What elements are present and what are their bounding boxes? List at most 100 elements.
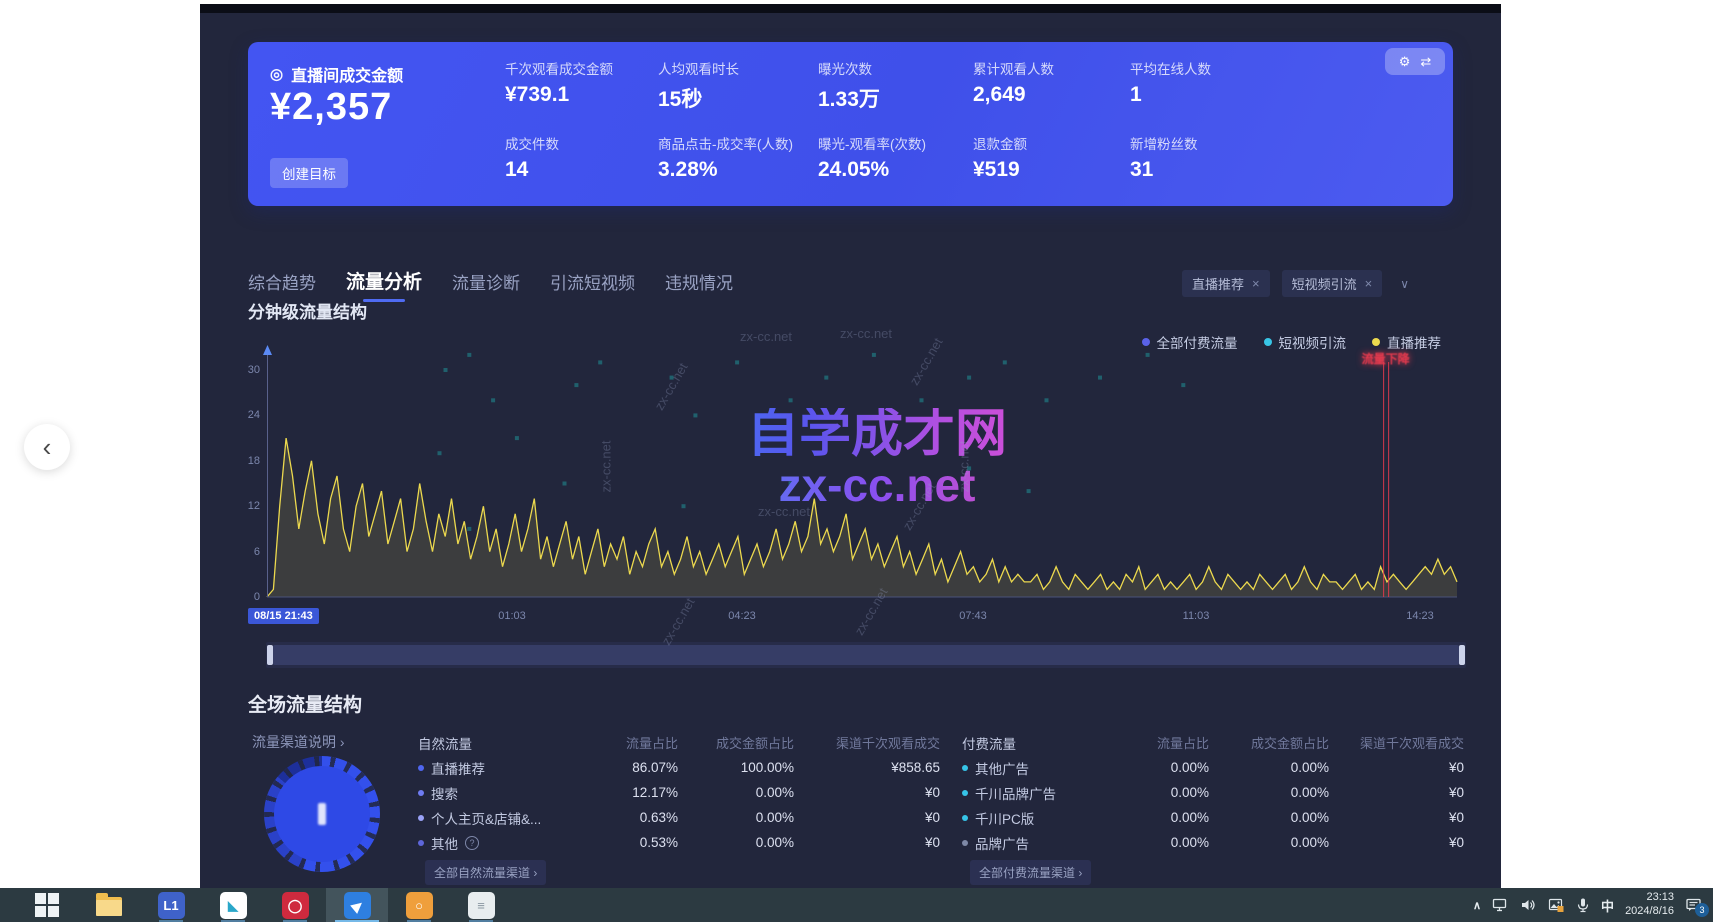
filter-tag[interactable]: 短视频引流× [1282,270,1383,297]
row-label: 品牌广告 [962,833,1112,853]
hero-title-text: 直播间成交金额 [291,62,403,86]
row-label-text: 品牌广告 [975,833,1029,853]
all-natural-channels-link[interactable]: 全部自然流量渠道 › [425,860,546,885]
display-network-icon[interactable] [1492,897,1509,913]
metric-value: 15秒 [658,83,818,113]
table-row: 其他广告0.00%0.00%¥0 [962,755,1464,780]
app-notes-icon: ≡ [468,892,495,919]
scatter-point-short-video [444,368,448,372]
taskbar-app-lt[interactable]: L1 [140,888,202,922]
channel-help-text: 流量渠道说明 [252,734,336,750]
cell-value: ¥0 [1329,835,1464,850]
range-slider-right-handle[interactable] [1459,645,1465,665]
cell-value: 0.00% [1209,760,1329,775]
speaker-icon[interactable] [1520,897,1537,913]
scatter-point-short-video [824,376,828,380]
scatter-point-short-video [735,360,739,364]
taskbar-app-notes[interactable]: ≡ [450,888,512,922]
cell-value: 0.00% [1112,810,1209,825]
tab-流量分析[interactable]: 流量分析 [346,267,422,300]
tab-违规情况[interactable]: 违规情况 [665,269,733,300]
scatter-point-short-video [967,466,971,470]
metric-label: 新增粉丝数 [1130,133,1290,153]
hero-metric: 曝光次数1.33万 [818,58,973,113]
taskbar-app-opera[interactable]: ◯ [264,888,326,922]
link-text: 全部自然流量渠道 [434,866,530,880]
close-icon[interactable]: × [1365,276,1373,291]
scatter-point-short-video [670,376,674,380]
scatter-point-short-video [682,504,686,508]
channel-help-link[interactable]: 流量渠道说明 › [252,732,345,752]
cell-value: 0.00% [1209,810,1329,825]
taskbar-app-remote[interactable]: ▶ [326,888,388,922]
scatter-point-short-video [1027,489,1031,493]
all-paid-channels-link[interactable]: 全部付费流量渠道 › [970,860,1091,885]
help-icon[interactable]: ? [465,836,479,850]
donut-center-label [318,803,326,825]
metric-label: 曝光-观看率(次数) [818,133,973,153]
ime-indicator[interactable]: 中 [1601,896,1614,915]
row-label-text: 其他广告 [975,758,1029,778]
range-slider-left-handle[interactable] [267,645,273,665]
scatter-point-short-video [467,527,471,531]
target-icon: ◎ [270,65,283,83]
arrow-right-icon: › [530,866,537,880]
metric-value: ¥519 [973,158,1130,182]
tray-expand-icon[interactable]: ∧ [1473,899,1481,912]
minute-chart-title: 分钟级流量结构 [248,298,367,323]
create-goal-button[interactable]: 创建目标 [270,158,348,188]
row-label: 个人主页&店铺&... [418,808,590,828]
metric-label: 人均观看时长 [658,58,818,78]
scatter-point-short-video [1003,360,1007,364]
taskbar-clock[interactable]: 23:13 2024/8/16 [1625,891,1674,919]
taskbar-app-orange[interactable]: ○ [388,888,450,922]
table-title: 自然流量 [418,733,590,753]
app-capture-icon: ◣ [220,892,247,919]
settings-gear-icon[interactable]: ⚙ [1399,54,1411,70]
cell-value: ¥0 [794,785,940,800]
row-label: 其他? [418,833,590,853]
cell-value: ¥0 [1329,785,1464,800]
filter-tags: 直播推荐× 短视频引流× ∨ [1182,270,1415,297]
taskbar-app-capture[interactable]: ◣ [202,888,264,922]
minute-traffic-chart[interactable] [267,338,1461,602]
row-label-text: 直播推荐 [431,758,485,778]
cell-value: ¥0 [794,835,940,850]
chart-range-slider[interactable] [266,642,1466,668]
cell-value: 86.07% [590,760,678,775]
legend-dot-icon [962,765,968,771]
tab-引流短视频[interactable]: 引流短视频 [550,269,635,300]
x-tick-label: 11:03 [1183,610,1210,622]
windows-taskbar: L1 ◣ ◯ ▶○ ≡ ∧ 中 23:13 2024/8/16 [0,888,1713,922]
app-glyph: ◯ [288,899,303,912]
y-tick-label: 12 [232,500,260,512]
chevron-down-icon[interactable]: ∨ [1394,273,1415,295]
close-icon[interactable]: × [1252,276,1260,291]
x-tick-label: 08/15 21:43 [248,608,319,624]
tab-综合趋势[interactable]: 综合趋势 [248,269,316,300]
microphone-icon[interactable] [1576,897,1590,913]
y-tick-label: 0 [232,591,260,603]
app-glyph: ◣ [228,899,238,912]
column-header: 流量占比 [590,733,678,752]
taskbar-start[interactable] [16,888,78,922]
scatter-point-short-video [1045,398,1049,402]
image-viewer-icon[interactable] [1548,897,1565,913]
cell-value: 0.00% [1112,785,1209,800]
tab-bar: 综合趋势流量分析流量诊断引流短视频违规情况 [248,270,733,300]
app-lt-icon: L1 [158,892,185,919]
column-header: 流量占比 [1112,733,1209,752]
swap-view-icon[interactable]: ⇄ [1420,54,1431,70]
back-button[interactable]: ‹ [24,424,70,470]
scatter-point-short-video [1098,376,1102,380]
scatter-point-short-video [467,353,471,357]
tab-流量诊断[interactable]: 流量诊断 [452,269,520,300]
hero-metric: 曝光-观看率(次数)24.05% [818,133,973,182]
filter-tag[interactable]: 直播推荐× [1182,270,1270,297]
notification-center-icon[interactable]: 3 [1685,897,1703,913]
legend-dot-icon [962,815,968,821]
x-tick-label: 07:43 [959,610,987,622]
taskbar-file-explorer[interactable] [78,888,140,922]
legend-dot-icon [418,840,424,846]
row-label-text: 千川PC版 [975,808,1034,828]
